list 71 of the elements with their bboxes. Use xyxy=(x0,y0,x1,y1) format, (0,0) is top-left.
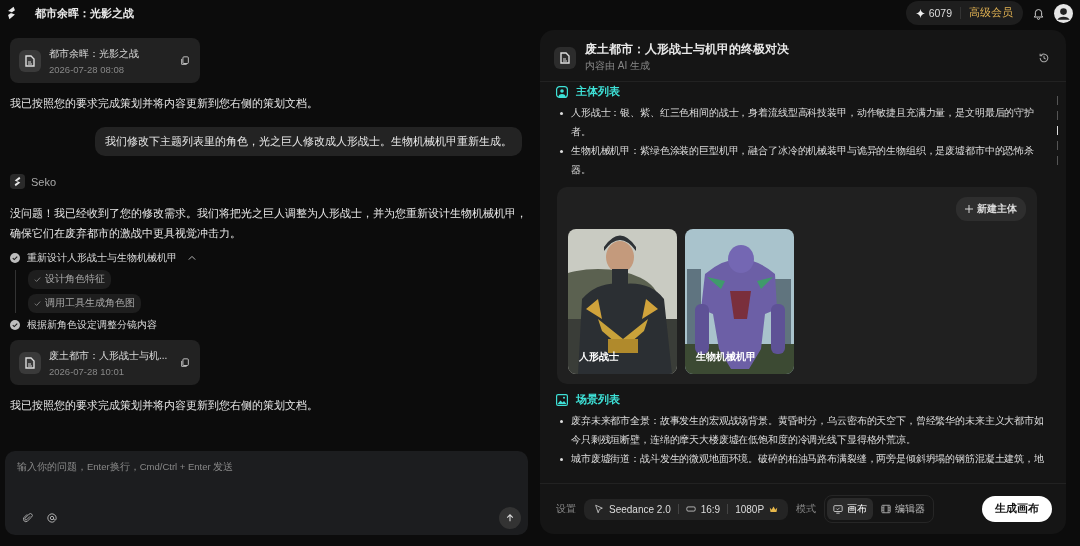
list-item: 生物机械机甲：紫绿色涂装的巨型机甲，融合了冰冷的机械装甲与诡异的生物组织，是废墟都市中的恐怖杀器。 xyxy=(571,144,1035,177)
plus-icon xyxy=(965,205,973,213)
card-label: 人形战士 xyxy=(579,350,619,364)
document-card[interactable]: 都市余晖：光影之战 2026-07-28 08:08 xyxy=(10,38,200,83)
logo-icon[interactable] xyxy=(6,6,17,20)
credits-count: 6079 xyxy=(928,7,961,19)
caret-icon[interactable] xyxy=(188,255,196,261)
monitor-icon xyxy=(833,504,844,514)
crown-icon xyxy=(769,505,779,513)
list-item: 人形战士：银、紫、红三色相间的战士，身着流线型高科技装甲，动作敏捷且充满力量，是文明最后的守护者。 xyxy=(571,106,1035,139)
settings-label: 设置 xyxy=(556,502,576,516)
document-icon xyxy=(19,351,41,374)
copy-icon[interactable] xyxy=(180,357,190,368)
resolution: 1080P xyxy=(735,503,765,515)
send-button[interactable] xyxy=(499,507,521,529)
document-date: 2026-07-28 10:01 xyxy=(49,365,125,377)
arrow-up-icon xyxy=(506,514,514,522)
substep-chip: 设计角色特征 xyxy=(28,270,111,289)
list-item: 废弃未来都市全景：故事发生的宏观战场背景。黄昏时分，乌云密布的天空下，曾经繁华的未来主义大都市如今只剩残垣断壁，连绵的摩天大楼废墟在低饱和度的冷调光线下显得格外荒凉。 xyxy=(571,414,1045,447)
ai-note: 内容由 AI 生成 xyxy=(585,59,651,73)
user-avatar-icon[interactable] xyxy=(1054,3,1073,23)
section-heading: 场景列表 xyxy=(576,392,620,407)
copy-icon[interactable] xyxy=(180,55,190,66)
check-circle-icon xyxy=(10,253,20,263)
document-card[interactable]: 废土都市：人形战士与机... 2026-07-28 10:01 xyxy=(10,340,200,385)
card-label: 生物机械机甲 xyxy=(696,350,756,364)
document-title: 废土都市：人形战士与机... xyxy=(49,348,169,363)
cursor-icon xyxy=(594,504,604,514)
document-icon xyxy=(554,46,576,69)
project-title: 都市余晖：光影之战 xyxy=(35,5,134,21)
user-message: 我们修改下主题列表里的角色，光之巨人修改成人形战士。生物机械机甲重新生成。 xyxy=(95,127,522,156)
aspect-ratio: 16:9 xyxy=(700,503,721,515)
mode-label: 模式 xyxy=(796,502,817,516)
subject-card[interactable]: 生物机械机甲 xyxy=(685,229,794,374)
sparkle-icon xyxy=(915,8,925,18)
section-heading: 主体列表 xyxy=(576,84,620,99)
new-subject-button[interactable]: 新建主体 xyxy=(956,197,1026,221)
paperclip-icon[interactable] xyxy=(23,513,33,523)
history-icon[interactable] xyxy=(1038,51,1050,64)
subject-card[interactable]: 人形战士 xyxy=(568,229,677,374)
bot-avatar-icon xyxy=(10,174,25,189)
check-icon xyxy=(34,300,41,307)
settings-pill[interactable]: Seedance 2.0 16:9 1080P xyxy=(584,498,789,520)
step-label: 重新设计人形战士与生物机械机甲 xyxy=(27,251,177,265)
bell-icon[interactable] xyxy=(1033,6,1044,20)
message-input[interactable]: 输入你的问题，Enter换行，Cmd/Ctrl + Enter 发送 xyxy=(17,461,521,507)
substep-chip: 调用工具生成角色图 xyxy=(28,294,141,313)
assistant-message: 没问题！我已经收到了您的修改需求。我们将把光之巨人调整为人形战士，并为您重新设计生物机械机甲，确保它们在废弃都市的激战中更具视觉冲击力。 xyxy=(10,206,528,241)
sender-name: Seko xyxy=(31,175,57,188)
check-icon xyxy=(34,276,41,283)
step-label: 根据新角色设定调整分镜内容 xyxy=(27,318,157,332)
aspect-ratio-icon xyxy=(685,504,696,514)
assistant-message: 我已按照您的要求完成策划并将内容更新到您右侧的策划文档。 xyxy=(10,96,319,111)
mode-tab[interactable]: 编辑器 xyxy=(875,498,932,520)
assistant-message: 我已按照您的要求完成策划并将内容更新到您右侧的策划文档。 xyxy=(10,398,319,413)
document-heading: 废土都市：人形战士与机甲的终极对决 xyxy=(585,42,790,57)
document-title: 都市余晖：光影之战 xyxy=(49,46,140,61)
account-pill[interactable]: 6079 高级会员 xyxy=(905,1,1023,25)
document-icon xyxy=(19,49,41,72)
mention-icon[interactable] xyxy=(47,513,57,523)
mode-tab[interactable]: 画布 xyxy=(827,498,874,520)
document-date: 2026-07-28 08:08 xyxy=(49,63,125,75)
model-name: Seedance 2.0 xyxy=(609,503,671,515)
generate-canvas-button[interactable]: 生成画布 xyxy=(982,496,1052,522)
check-circle-icon xyxy=(10,320,20,330)
message-field[interactable]: 输入你的问题，Enter换行，Cmd/Ctrl + Enter 发送 xyxy=(5,451,528,535)
membership-label[interactable]: 高级会员 xyxy=(969,6,1013,20)
image-icon xyxy=(556,393,568,406)
film-icon xyxy=(881,504,892,514)
list-item: 城市废墟街道：战斗发生的微观地面环境。破碎的柏油马路布满裂缝，两旁是倾斜坍塌的钢筋混凝土建筑，地 xyxy=(571,452,1044,466)
person-icon xyxy=(556,85,568,98)
